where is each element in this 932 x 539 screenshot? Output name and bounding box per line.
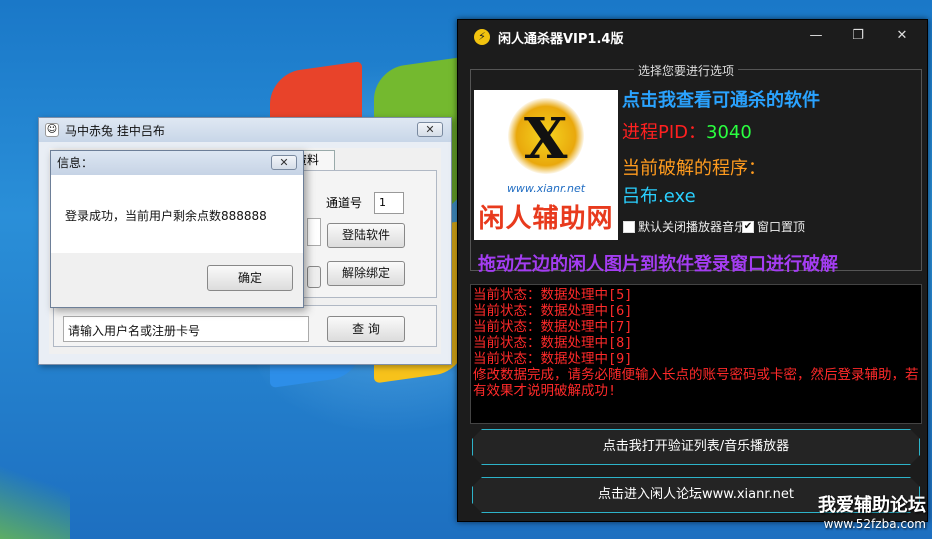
unbind-button[interactable]: 解除绑定 xyxy=(327,261,405,286)
main-window: ⚡ 闲人通杀器VIP1.4版 — ❐ ✕ 选择您要进行选项 X www.xian… xyxy=(457,19,928,522)
console-line: 当前状态：数据处理中[6] xyxy=(473,303,633,319)
login-close-button[interactable]: ✕ xyxy=(417,122,443,137)
info-close-button[interactable]: ✕ xyxy=(271,155,297,170)
pid-label: 进程PID： xyxy=(622,122,707,143)
info-dialog-title[interactable]: 信息： xyxy=(51,151,303,175)
close-icon[interactable]: ✕ xyxy=(892,28,912,43)
status-console: 当前状态：数据处理中[5] 当前状态：数据处理中[6] 当前状态：数据处理中[7… xyxy=(470,284,922,424)
minimize-icon[interactable]: — xyxy=(806,28,826,43)
always-on-top-checkbox[interactable]: ✔ 窗口置顶 xyxy=(742,218,805,235)
current-program-label: 当前破解的程序： xyxy=(622,158,766,179)
app-icon: ☺ xyxy=(45,123,59,137)
view-supported-software-link[interactable]: 点击我查看可通杀的软件 xyxy=(622,86,820,112)
watermark: 我爱辅助论坛 www.52fzba.com xyxy=(818,491,926,531)
console-line: 当前状态：数据处理中[5] xyxy=(473,287,633,303)
logo-name: 闲人辅助网 xyxy=(478,204,614,234)
login-button[interactable]: 登陆软件 xyxy=(327,223,405,248)
pid-value: 3040 xyxy=(706,122,752,143)
always-on-top-label: 窗口置顶 xyxy=(757,220,806,234)
info-message-area: 登录成功，当前用户剩余点数888888 xyxy=(51,175,303,253)
desktop-grass xyxy=(0,459,70,539)
username-input[interactable]: 请输入用户名或注册卡号 xyxy=(63,316,309,342)
mute-music-checkbox[interactable]: 默认关闭播放器音乐 xyxy=(623,218,746,235)
current-program-value: 吕布.exe xyxy=(622,186,696,207)
logo-url: www.xianr.net xyxy=(506,182,586,195)
info-message: 登录成功，当前用户剩余点数888888 xyxy=(65,209,267,223)
channel-label: 通道号 xyxy=(326,196,363,210)
console-line: 当前状态：数据处理中[8] xyxy=(473,335,633,351)
watermark-url: www.52fzba.com xyxy=(823,517,926,531)
hidden-button-edge[interactable] xyxy=(307,266,321,288)
restore-icon[interactable]: ❐ xyxy=(848,28,868,43)
info-dialog: 信息： ✕ 登录成功，当前用户剩余点数888888 确定 xyxy=(50,150,304,308)
pid-line: 进程PID：3040 xyxy=(622,118,752,144)
ok-button[interactable]: 确定 xyxy=(207,265,293,291)
checkbox-empty-icon xyxy=(623,220,635,233)
options-group-legend: 选择您要进行选项 xyxy=(634,62,739,79)
drag-hint-text: 拖动左边的闲人图片到软件登录窗口进行破解 xyxy=(478,254,838,275)
logo-x-glyph: X xyxy=(524,106,568,172)
open-player-button[interactable]: 点击我打开验证列表/音乐播放器 xyxy=(472,429,920,465)
login-titlebar[interactable]: ☺ 马中赤兔 挂中吕布 xyxy=(39,118,451,142)
mute-music-label: 默认关闭播放器音乐 xyxy=(638,220,747,234)
console-line: 当前状态：数据处理中[7] xyxy=(473,319,633,335)
checkmark-icon: ✔ xyxy=(742,220,754,233)
bolt-icon: ⚡ xyxy=(474,29,490,45)
console-line: 当前状态：数据处理中[9] xyxy=(473,351,633,367)
console-line: 修改数据完成，请务必随便输入长点的账号密码或卡密，然后登录辅助，若有效果才说明破… xyxy=(473,367,919,399)
draggable-logo-image[interactable]: X www.xianr.net 闲人辅助网 xyxy=(474,90,618,240)
main-window-title: 闲人通杀器VIP1.4版 xyxy=(498,31,624,47)
channel-input[interactable]: 1 xyxy=(374,192,404,214)
watermark-name: 我爱辅助论坛 xyxy=(818,495,926,516)
query-button[interactable]: 查 询 xyxy=(327,316,405,342)
login-window-title: 马中赤兔 挂中吕布 xyxy=(65,123,165,138)
password-input-edge[interactable] xyxy=(307,218,321,246)
